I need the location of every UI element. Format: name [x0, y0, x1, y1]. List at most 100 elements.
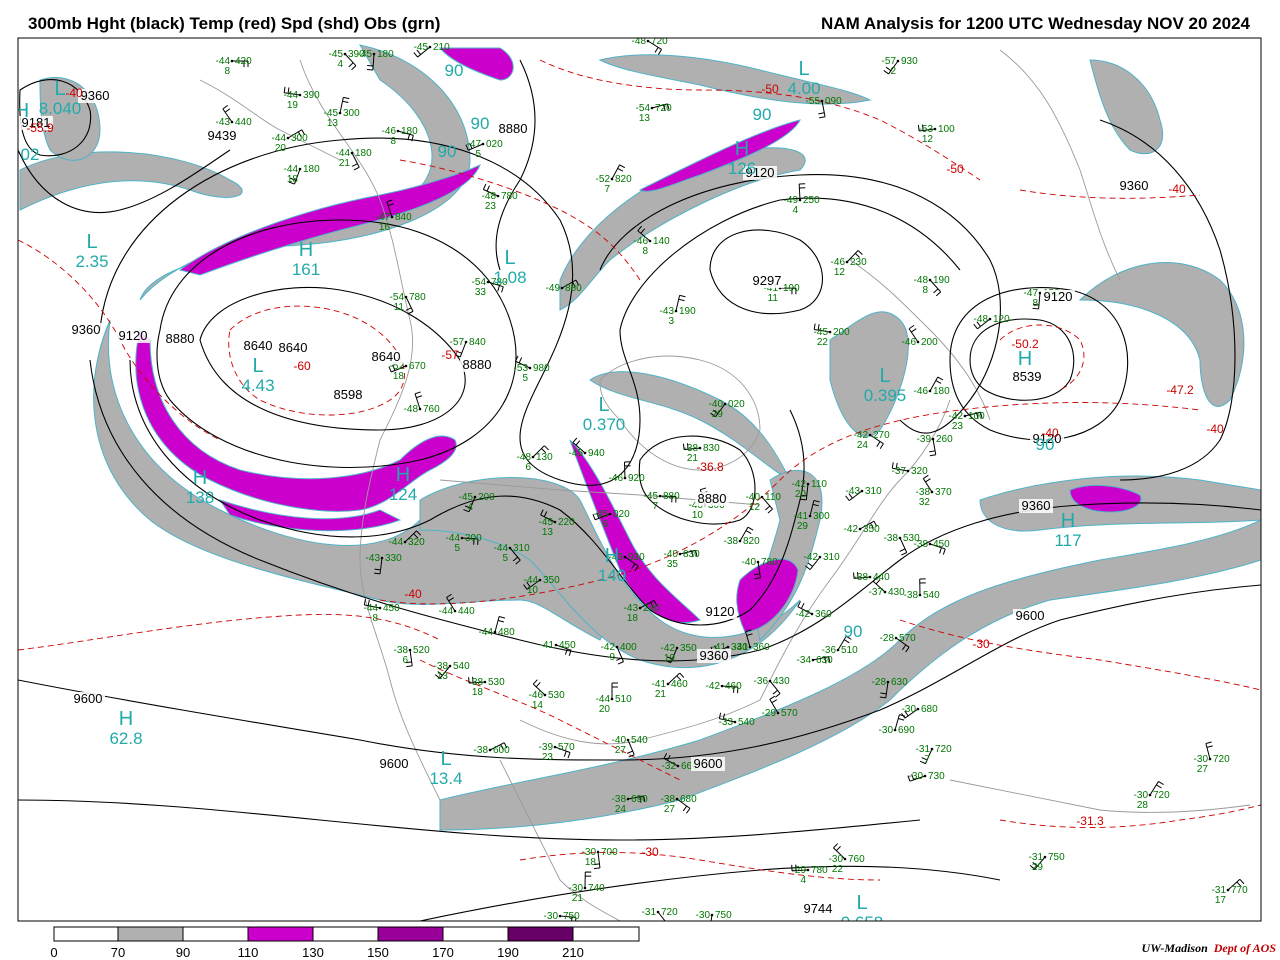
obs-dewpoint-depression: 22: [817, 337, 829, 348]
obs-station-dot: [836, 648, 840, 652]
obs-height: 570: [558, 742, 575, 753]
obs-dewpoint-depression: 11: [394, 302, 405, 313]
obs-height: 720: [661, 907, 678, 918]
obs-temperature: -49: [546, 283, 561, 294]
temperature-label: -55.9: [26, 121, 54, 135]
obs-dewpoint-depression: 27: [615, 745, 627, 756]
obs-height: 210: [433, 42, 450, 53]
credit-line: UW-Madison Dept of AOS: [1142, 941, 1276, 956]
obs-height: 430: [773, 676, 790, 687]
obs-height: 090: [825, 96, 842, 107]
obs-height: 180: [401, 126, 418, 137]
obs-dewpoint-depression: 10: [692, 510, 704, 521]
obs-height: 780: [761, 557, 778, 568]
height-label: 8598: [334, 387, 363, 402]
obs-temperature: -38: [474, 745, 489, 756]
obs-temperature: -42: [844, 524, 859, 535]
obs-height: 320: [911, 466, 928, 477]
legend-bin-130-150: [312, 926, 379, 942]
obs-height: 420: [235, 56, 252, 67]
obs-dewpoint-depression: 2: [890, 66, 896, 77]
obs-temperature: -43: [846, 486, 861, 497]
obs-station-dot: [380, 556, 384, 560]
obs-height: 780: [409, 292, 426, 303]
obs-height: 180: [377, 49, 394, 60]
obs-dewpoint-depression: 23: [952, 421, 964, 432]
obs-station-dot: [554, 643, 558, 647]
obs-height: 880: [565, 283, 582, 294]
obs-temperature: -30: [909, 771, 924, 782]
center-value: 2.35: [75, 252, 108, 271]
center-value: 90: [1036, 435, 1055, 454]
obs-station-dot: [560, 286, 564, 290]
obs-height: 240: [643, 603, 660, 614]
obs-temperature: -44: [439, 606, 454, 617]
obs-dewpoint-depression: 8: [922, 285, 928, 296]
center-value: 4.43: [241, 376, 274, 395]
low-center-mark: L: [504, 247, 515, 269]
credit-org: UW-Madison: [1141, 941, 1208, 955]
obs-height: 540: [453, 661, 470, 672]
height-label: 9120: [119, 328, 148, 343]
obs-station-dot: [858, 527, 862, 531]
obs-height: 780: [501, 191, 518, 202]
high-center-mark: H: [605, 545, 619, 567]
obs-height: 440: [235, 117, 252, 128]
temperature-label: -40: [1206, 422, 1224, 436]
obs-temperature: -43: [216, 117, 231, 128]
height-label: 9360: [1022, 498, 1051, 513]
legend-bin-170-190: [442, 926, 509, 942]
obs-station-dot: [543, 693, 547, 697]
low-center-mark: L: [879, 365, 890, 387]
obs-dewpoint-depression: 8: [1032, 298, 1038, 309]
obs-dewpoint-depression: 6: [525, 462, 531, 473]
obs-station-dot: [675, 646, 679, 650]
obs-station-dot: [808, 514, 812, 518]
obs-dewpoint-depression: 19: [664, 653, 676, 664]
obs-height: 780: [811, 865, 828, 876]
obs-height: 440: [873, 572, 890, 583]
obs-height: 510: [841, 645, 858, 656]
center-value: 0.658: [841, 913, 884, 932]
obs-station-dot: [810, 612, 814, 616]
obs-station-dot: [656, 910, 660, 914]
obs-station-dot: [733, 720, 737, 724]
obs-temperature: -45: [358, 49, 373, 60]
legend-tick: 150: [367, 945, 389, 960]
obs-dewpoint-depression: 20: [795, 489, 807, 500]
temperature-label: -50: [761, 82, 779, 96]
obs-station-dot: [646, 39, 650, 43]
obs-height: 770: [1231, 885, 1248, 896]
weather-map: -44 4208-45 3904-45 180-45 210-44 39019-43 440…: [17, 37, 1262, 960]
obs-station-dot: [230, 59, 234, 63]
obs-dewpoint-depression: 13: [542, 527, 554, 538]
temperature-label: -60: [293, 359, 311, 373]
obs-height: 940: [588, 448, 605, 459]
obs-dewpoint-depression: 6: [602, 519, 608, 530]
center-value: 4.00: [787, 79, 820, 98]
obs-height: 480: [498, 627, 515, 638]
obs-height: 930: [628, 552, 645, 563]
low-center-mark: L: [798, 58, 809, 80]
temperature-label: -36.8: [696, 460, 724, 474]
obs-station-dot: [894, 636, 898, 640]
obs-dewpoint-depression: 7: [924, 754, 930, 765]
obs-temperature: -41: [540, 640, 555, 651]
height-label: 8640: [279, 340, 308, 355]
obs-station-dot: [453, 609, 457, 613]
obs-height: 520: [413, 645, 430, 656]
legend-tick: 70: [111, 945, 125, 960]
obs-height: 390: [303, 90, 320, 101]
low-center-mark: L: [856, 892, 867, 914]
obs-dewpoint-depression: 32: [919, 497, 931, 508]
obs-temperature: -30: [902, 704, 917, 715]
obs-station-dot: [818, 555, 822, 559]
obs-dewpoint-depression: 24: [857, 440, 869, 451]
obs-height: 570: [781, 708, 798, 719]
obs-height: 300: [813, 511, 830, 522]
center-value: 140: [598, 566, 626, 585]
obs-height: 740: [588, 883, 605, 894]
height-label: 9360: [72, 322, 101, 337]
obs-height: 100: [938, 124, 955, 135]
obs-temperature: -46: [902, 337, 917, 348]
